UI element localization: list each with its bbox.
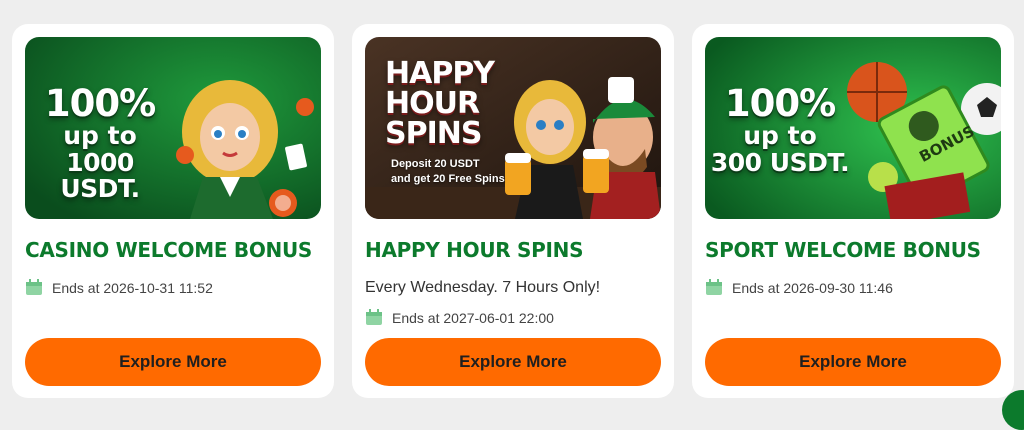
banner-subtitle-line1: Deposit 20 USDT	[391, 158, 480, 170]
banner-subtitle-line2: and get 20 Free Spins	[391, 172, 505, 185]
card-title: SPORT WELCOME BONUS	[705, 238, 981, 262]
end-date-text: Ends at 2026-09-30 11:46	[732, 279, 893, 296]
banner-amount: 300 USDT.	[710, 148, 850, 177]
banner-amount: 1000 USDT.	[60, 148, 140, 204]
explore-more-button[interactable]: Explore More	[365, 338, 661, 386]
calendar-icon	[25, 279, 43, 296]
card-title: CASINO WELCOME BONUS	[25, 238, 313, 262]
banner-title-line2: HOUR	[385, 86, 480, 121]
calendar-icon	[705, 279, 723, 296]
banner-up-to: up to	[63, 121, 137, 150]
card-description: Every Wednesday. 7 Hours Only!	[365, 279, 601, 296]
happy-hour-banner[interactable]: HAPPY HOUR SPINS Deposit 20 USDT and get…	[365, 37, 661, 219]
banner-up-to: up to	[743, 121, 817, 150]
promotions-grid: 100% up to 1000 USDT. CASINO WELCOME BON…	[12, 24, 1014, 398]
end-date-row: Ends at 2027-06-01 22:00	[365, 309, 661, 326]
banner-title-line3: SPINS	[385, 116, 482, 151]
end-date-row: Ends at 2026-09-30 11:46	[705, 279, 1001, 296]
end-date-text: Ends at 2026-10-31 11:52	[52, 279, 213, 296]
end-date-row: Ends at 2026-10-31 11:52	[25, 279, 321, 296]
explore-more-button[interactable]: Explore More	[25, 338, 321, 386]
banner-percent: 100%	[724, 82, 836, 125]
promo-card-happy-hour: HAPPY HOUR SPINS Deposit 20 USDT and get…	[352, 24, 674, 398]
banner-subtitle: Deposit 20 USDT and get 20 Free Spins	[391, 157, 511, 187]
banner-title-line1: HAPPY	[385, 56, 495, 91]
calendar-icon	[365, 309, 383, 326]
promo-card-sport: 100% up to 300 USDT. BONUS SPORT WELCOME…	[692, 24, 1014, 398]
casino-banner[interactable]: 100% up to 1000 USDT.	[25, 37, 321, 219]
explore-more-button[interactable]: Explore More	[705, 338, 1001, 386]
card-title: HAPPY HOUR SPINS	[365, 238, 584, 262]
sport-banner[interactable]: 100% up to 300 USDT. BONUS	[705, 37, 1001, 219]
promo-card-casino: 100% up to 1000 USDT. CASINO WELCOME BON…	[12, 24, 334, 398]
banner-percent: 100%	[44, 82, 156, 125]
end-date-text: Ends at 2027-06-01 22:00	[392, 309, 554, 326]
